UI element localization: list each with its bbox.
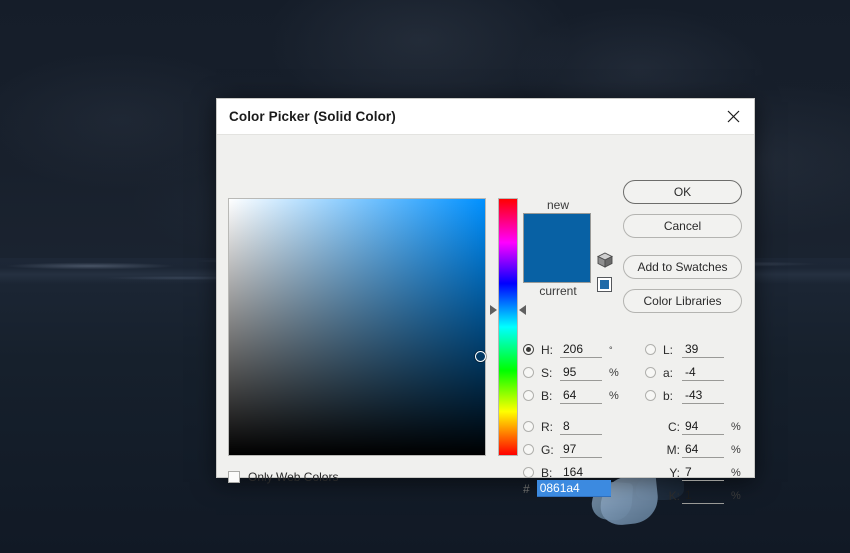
hue-marker-right-icon[interactable] — [519, 305, 526, 315]
red-input[interactable] — [560, 418, 602, 435]
black-input[interactable] — [682, 487, 724, 504]
field-row-black: K: % — [645, 484, 743, 507]
radio-lab-a[interactable] — [645, 367, 656, 378]
green-label: G: — [541, 443, 558, 457]
lab-cmyk-column: L: a: b: C: — [645, 338, 743, 507]
brightness-input[interactable] — [560, 387, 602, 404]
hue-label: H: — [541, 343, 558, 357]
hue-marker-left-icon[interactable] — [490, 305, 497, 315]
field-row-yellow: Y: % — [645, 461, 743, 484]
yellow-input[interactable] — [682, 464, 724, 481]
field-row-magenta: M: % — [645, 438, 743, 461]
only-web-colors-label: Only Web Colors — [248, 470, 338, 484]
lab-b-label: b: — [663, 389, 680, 403]
field-row-cyan: C: % — [645, 415, 743, 438]
radio-hue[interactable] — [523, 344, 534, 355]
new-color-box[interactable] — [523, 213, 591, 283]
color-preview-swatch: new current — [523, 197, 593, 299]
radio-red[interactable] — [523, 421, 534, 432]
blue-input[interactable] — [560, 464, 602, 481]
close-icon[interactable] — [712, 99, 754, 134]
black-radio-spacer — [645, 490, 656, 501]
yellow-label: Y: — [663, 466, 680, 480]
radio-lab-b[interactable] — [645, 390, 656, 401]
radio-green[interactable] — [523, 444, 534, 455]
color-picker-dialog: Color Picker (Solid Color) Only Web Colo… — [216, 98, 755, 478]
field-row-green: G: — [523, 438, 621, 461]
red-label: R: — [541, 420, 558, 434]
magenta-radio-spacer — [645, 444, 656, 455]
cyan-input[interactable] — [682, 418, 724, 435]
hue-slider[interactable] — [498, 198, 518, 456]
ok-button[interactable]: OK — [623, 180, 742, 204]
field-row-lab-a: a: — [645, 361, 743, 384]
black-label: K: — [663, 489, 680, 503]
magenta-label: M: — [663, 443, 680, 457]
brightness-label: B: — [541, 389, 558, 403]
dialog-title: Color Picker (Solid Color) — [229, 109, 396, 124]
radio-saturation[interactable] — [523, 367, 534, 378]
add-to-swatches-button[interactable]: Add to Swatches — [623, 255, 742, 279]
saturation-input[interactable] — [560, 364, 602, 381]
dialog-button-column: OK Cancel Add to Swatches Color Librarie… — [623, 180, 742, 313]
blue-label: B: — [541, 466, 558, 480]
websafe-swatch-icon[interactable] — [597, 277, 612, 292]
saturation-unit: % — [609, 367, 621, 379]
hex-field-row: # — [523, 480, 611, 497]
field-row-lab-b: b: — [645, 384, 743, 407]
yellow-radio-spacer — [645, 467, 656, 478]
lightness-input[interactable] — [682, 341, 724, 358]
cyan-unit: % — [731, 421, 743, 433]
only-web-colors-checkbox[interactable]: Only Web Colors — [228, 470, 338, 484]
lab-a-label: a: — [663, 366, 680, 380]
gamut-warning-group — [597, 252, 615, 292]
field-row-red: R: — [523, 415, 621, 438]
color-libraries-button[interactable]: Color Libraries — [623, 289, 742, 313]
hex-input[interactable] — [537, 480, 611, 497]
websafe-swatch-inner — [600, 280, 609, 289]
hash-icon: # — [523, 482, 530, 496]
dialog-titlebar: Color Picker (Solid Color) — [217, 99, 754, 135]
lab-a-input[interactable] — [682, 364, 724, 381]
new-color-label: new — [523, 197, 593, 213]
cancel-button[interactable]: Cancel — [623, 214, 742, 238]
field-row-lightness: L: — [645, 338, 743, 361]
magenta-unit: % — [731, 444, 743, 456]
yellow-unit: % — [731, 467, 743, 479]
lightness-label: L: — [663, 343, 680, 357]
radio-lightness[interactable] — [645, 344, 656, 355]
current-color-label: current — [523, 283, 593, 299]
magenta-input[interactable] — [682, 441, 724, 458]
field-row-saturation: S: % — [523, 361, 621, 384]
hue-unit: ° — [609, 345, 621, 355]
field-row-hue: H: ° — [523, 338, 621, 361]
cyan-radio-spacer — [645, 421, 656, 432]
cube-icon[interactable] — [597, 252, 615, 273]
cyan-label: C: — [663, 420, 680, 434]
lab-b-input[interactable] — [682, 387, 724, 404]
black-unit: % — [731, 490, 743, 502]
saturation-brightness-field[interactable] — [228, 198, 486, 456]
field-row-brightness: B: % — [523, 384, 621, 407]
brightness-unit: % — [609, 390, 621, 402]
radio-blue[interactable] — [523, 467, 534, 478]
saturation-label: S: — [541, 366, 558, 380]
hue-input[interactable] — [560, 341, 602, 358]
hsb-rgb-column: H: ° S: % B: % R: — [523, 338, 621, 484]
checkbox-box-icon[interactable] — [228, 471, 240, 483]
radio-brightness[interactable] — [523, 390, 534, 401]
dialog-body: Only Web Colors new current OK Cancel — [217, 135, 754, 478]
sv-cursor[interactable] — [475, 351, 486, 362]
green-input[interactable] — [560, 441, 602, 458]
